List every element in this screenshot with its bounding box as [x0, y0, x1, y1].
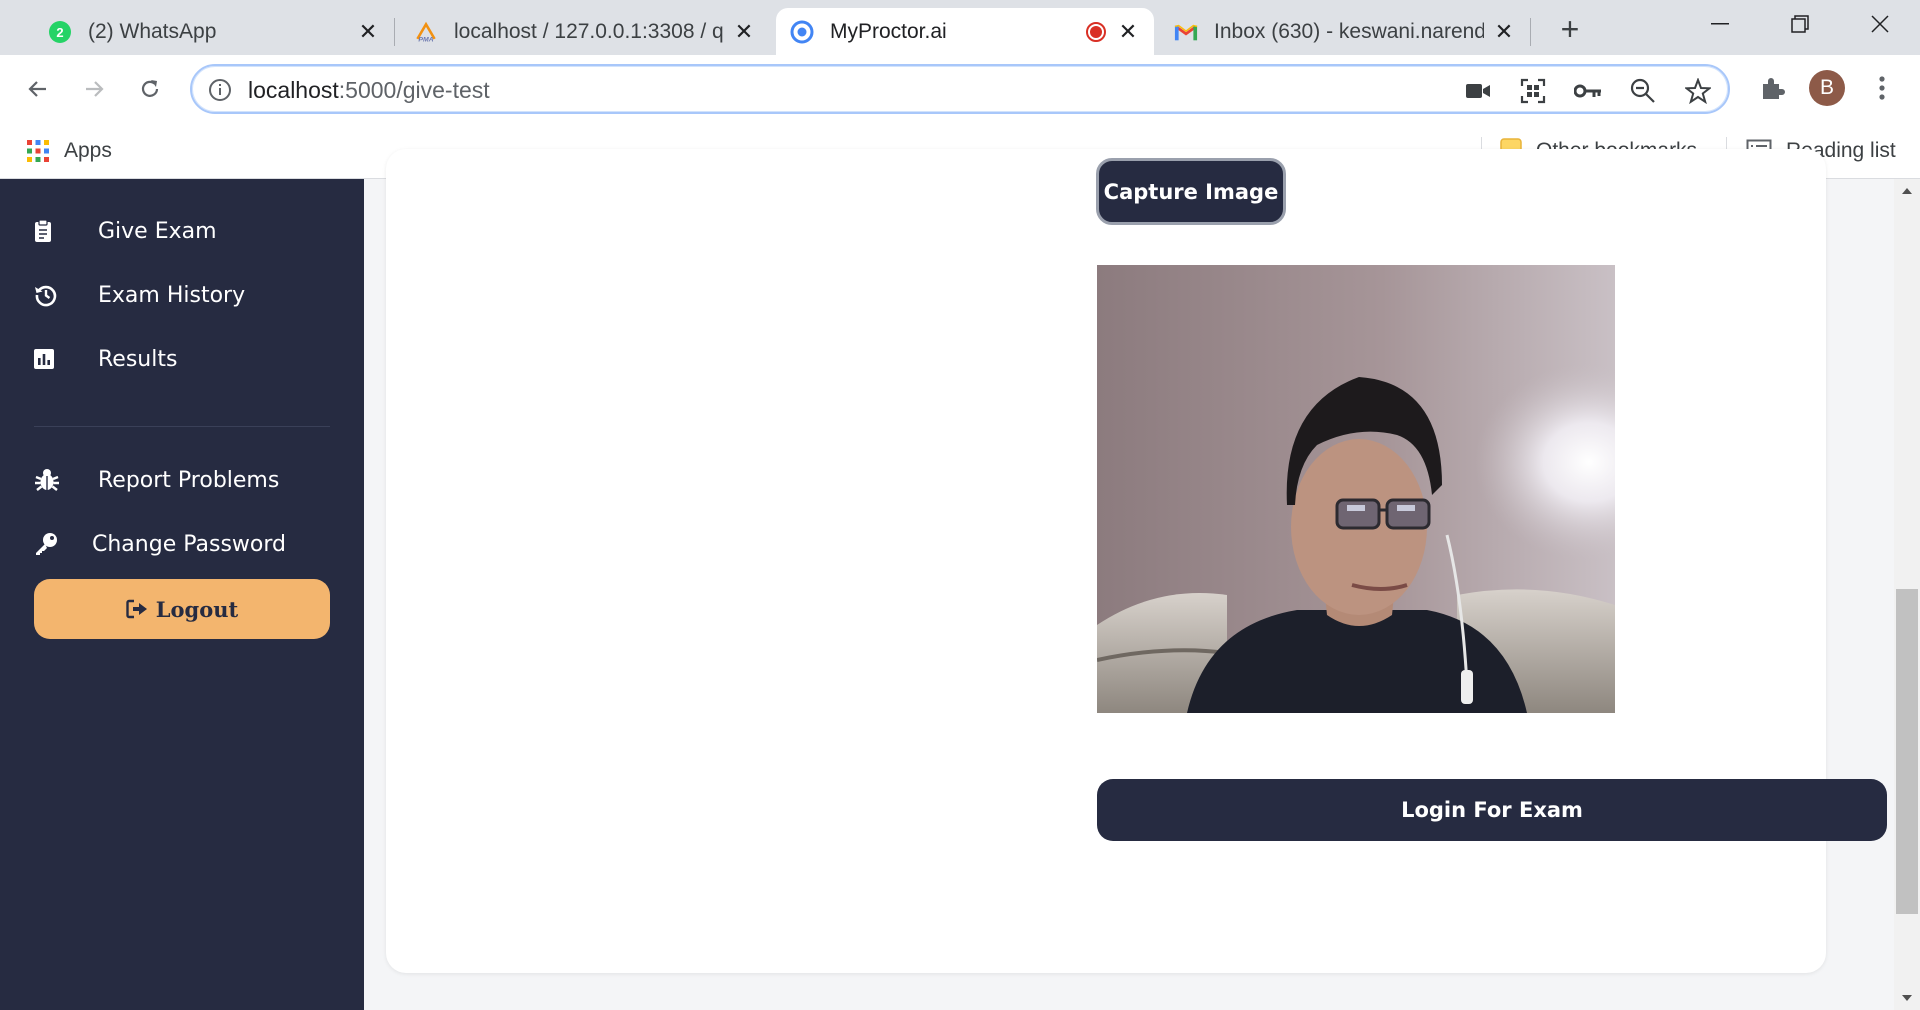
logout-button[interactable]: Logout: [34, 579, 330, 639]
scroll-thumb[interactable]: [1896, 589, 1918, 914]
info-icon[interactable]: [208, 78, 232, 102]
scroll-down-arrow[interactable]: [1894, 988, 1920, 1008]
apps-grid-icon: [26, 139, 50, 163]
chart-icon: [34, 346, 68, 372]
login-for-exam-button[interactable]: Login For Exam: [1097, 779, 1887, 841]
exam-login-card: Capture Image Login For Exam: [386, 149, 1887, 973]
tab-separator: [394, 18, 395, 46]
history-icon: [34, 282, 68, 308]
tab-myproctor[interactable]: MyProctor.ai ✕: [776, 8, 1154, 55]
sidebar-divider: [34, 426, 330, 427]
scroll-up-arrow[interactable]: [1894, 181, 1920, 201]
logout-label: Logout: [155, 596, 239, 622]
whatsapp-icon: 2: [48, 20, 72, 44]
tab-separator: [1530, 18, 1531, 46]
page-viewport: Give Exam Exam History Results Report Pr…: [0, 149, 1920, 1010]
tab-whatsapp[interactable]: 2 (2) WhatsApp ✕: [34, 8, 394, 55]
sidebar-item-label: Change Password: [92, 531, 286, 557]
tab-title: localhost / 127.0.0.1:3308 / q: [454, 19, 724, 43]
restore-button[interactable]: [1760, 0, 1840, 48]
tab-gmail[interactable]: Inbox (630) - keswani.narend ✕: [1160, 8, 1530, 55]
close-icon[interactable]: ✕: [1116, 19, 1140, 44]
key-icon: [34, 531, 68, 557]
captured-webcam-image: [1097, 265, 1615, 713]
phpmyadmin-icon: PMA: [414, 20, 438, 44]
qr-code-icon[interactable]: [1519, 77, 1547, 105]
reload-button[interactable]: [130, 69, 170, 109]
svg-text:2: 2: [56, 25, 63, 40]
extensions-icon[interactable]: [1754, 70, 1790, 106]
sidebar-item-exam-history[interactable]: Exam History: [34, 275, 245, 315]
tab-title: Inbox (630) - keswani.narend: [1214, 19, 1484, 43]
svg-text:PMA: PMA: [418, 36, 433, 43]
address-bar[interactable]: localhost:5000/give-test: [190, 64, 1730, 114]
close-icon[interactable]: ✕: [1492, 19, 1516, 44]
sidebar-item-label: Exam History: [98, 282, 246, 308]
sidebar-item-label: Give Exam: [98, 218, 217, 244]
sidebar-item-report-problems[interactable]: Report Problems: [34, 460, 279, 500]
forward-button[interactable]: [74, 69, 114, 109]
recording-icon: [1084, 20, 1108, 44]
tab-title: MyProctor.ai: [830, 19, 947, 43]
minimize-button[interactable]: [1680, 0, 1760, 48]
bookmark-label: Apps: [64, 139, 112, 162]
browser-toolbar: localhost:5000/give-test B: [0, 55, 1920, 123]
capture-image-button[interactable]: Capture Image: [1096, 158, 1286, 225]
camera-icon[interactable]: [1464, 77, 1492, 105]
close-icon[interactable]: ✕: [732, 19, 756, 44]
bug-icon: [34, 467, 68, 493]
back-button[interactable]: [18, 69, 58, 109]
url-host: localhost: [248, 77, 339, 103]
key-icon[interactable]: [1574, 77, 1602, 105]
close-window-button[interactable]: [1840, 0, 1920, 48]
zoom-icon[interactable]: [1629, 77, 1657, 105]
sidebar-item-label: Results: [98, 346, 178, 372]
close-icon[interactable]: ✕: [356, 19, 380, 44]
sign-out-icon: [126, 599, 148, 619]
url-text[interactable]: localhost:5000/give-test: [248, 77, 490, 104]
profile-initial: B: [1809, 70, 1845, 106]
sidebar-item-give-exam[interactable]: Give Exam: [34, 211, 217, 251]
tab-phpmyadmin[interactable]: PMA localhost / 127.0.0.1:3308 / q ✕: [400, 8, 770, 55]
browser-tab-bar: 2 (2) WhatsApp ✕ PMA localhost / 127.0.0…: [0, 0, 1920, 55]
sidebar-item-label: Report Problems: [98, 467, 280, 493]
page-scrollbar[interactable]: [1894, 179, 1920, 1010]
new-tab-button[interactable]: +: [1554, 13, 1586, 46]
menu-icon[interactable]: [1864, 70, 1900, 106]
url-path: :5000/give-test: [338, 77, 490, 103]
clipboard-icon: [34, 218, 68, 244]
sidebar: Give Exam Exam History Results Report Pr…: [0, 179, 364, 1010]
sidebar-item-change-password[interactable]: Change Password: [34, 524, 286, 564]
bookmark-star-icon[interactable]: [1684, 77, 1712, 105]
gmail-icon: [1174, 20, 1198, 44]
profile-avatar[interactable]: B: [1809, 70, 1845, 106]
sidebar-item-results[interactable]: Results: [34, 339, 177, 379]
chrome-icon: [790, 20, 814, 44]
bookmark-apps[interactable]: Apps: [26, 133, 112, 169]
tab-title: (2) WhatsApp: [88, 19, 217, 43]
